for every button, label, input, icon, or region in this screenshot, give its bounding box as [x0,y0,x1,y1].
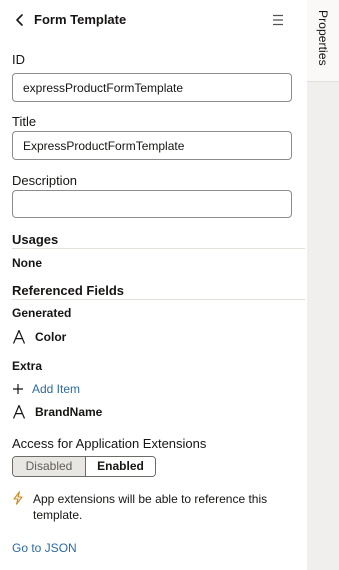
add-item-label: Add Item [32,382,81,396]
title-input[interactable] [12,131,292,160]
back-button[interactable] [12,11,28,29]
access-heading: Access for Application Extensions [12,436,207,451]
access-enabled-option[interactable]: Enabled [86,457,155,476]
extra-field-item[interactable]: BrandName [12,403,102,421]
properties-panel: Form Template ID Title Description Usage… [0,0,307,570]
title-label: Title [12,114,37,129]
access-toggle: Disabled Enabled [12,456,156,477]
hamburger-menu-icon [273,14,283,26]
generated-field-name: Color [35,330,67,344]
referenced-fields-heading: Referenced Fields [12,283,124,298]
properties-tab[interactable]: Properties [307,0,339,82]
access-note-text: App extensions will be able to reference… [33,492,268,522]
panel-header: Form Template [0,0,307,40]
plus-icon [13,384,23,394]
extra-label: Extra [12,359,43,373]
id-label: ID [12,52,25,67]
text-field-a-icon [12,329,26,344]
usages-divider [12,248,305,249]
generated-label: Generated [12,306,72,320]
side-rail: Properties [307,0,339,570]
description-input[interactable] [12,190,292,218]
page-title: Form Template [34,12,127,27]
usages-heading: Usages [12,232,59,247]
id-input[interactable] [12,73,292,102]
access-note: App extensions will be able to reference… [12,491,302,523]
chevron-left-icon [16,14,23,26]
generated-field-item[interactable]: Color [12,328,66,346]
text-field-a-icon [12,404,26,419]
description-label: Description [12,173,78,188]
lightning-bolt-icon [13,491,23,505]
properties-tab-label: Properties [316,10,330,66]
extra-field-name: BrandName [35,405,103,419]
add-item-button[interactable]: Add Item [12,381,80,397]
referenced-fields-divider [12,299,305,300]
go-to-json-link[interactable]: Go to JSON [12,541,77,555]
access-disabled-option[interactable]: Disabled [13,457,86,476]
menu-button[interactable] [270,12,286,28]
usages-value: None [12,256,42,270]
